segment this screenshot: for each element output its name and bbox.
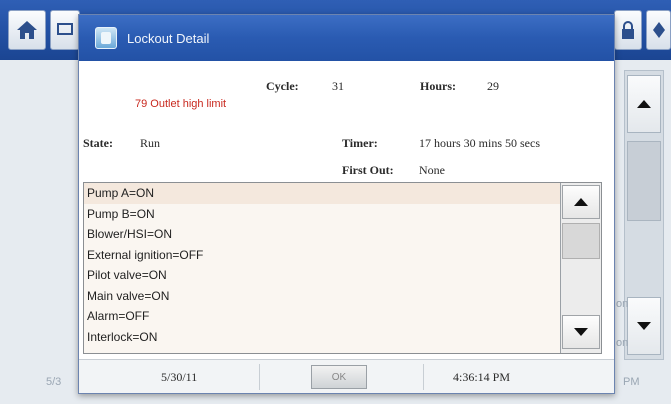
footer-divider xyxy=(423,364,424,390)
list-item[interactable]: External ignition=OFF xyxy=(84,245,560,266)
status-list[interactable]: Pump A=ON Pump B=ON Blower/HSI=ON Extern… xyxy=(83,182,602,354)
footer-divider xyxy=(259,364,260,390)
cycle-value: 31 xyxy=(332,79,344,93)
hours-label: Hours: xyxy=(420,79,456,93)
list-item[interactable]: Pump B=ON xyxy=(84,204,560,225)
timer-label: Timer: xyxy=(342,136,378,150)
lock-button[interactable] xyxy=(614,10,642,50)
lock-icon xyxy=(622,21,634,39)
ok-button[interactable]: OK xyxy=(311,365,367,389)
list-item[interactable]: Blower/HSI=ON xyxy=(84,224,560,245)
list-item[interactable]: Pilot valve=ON xyxy=(84,265,560,286)
background-scroll-up-button[interactable] xyxy=(627,75,661,133)
background-scrollbar[interactable] xyxy=(624,70,664,360)
list-item[interactable]: Main valve=ON xyxy=(84,286,560,307)
state-value: Run xyxy=(140,136,161,150)
home-icon xyxy=(17,21,37,39)
background-footer-date: 5/3 xyxy=(46,376,62,388)
state-label: State: xyxy=(83,136,113,150)
app-icon xyxy=(95,27,117,49)
footer-date: 5/30/11 xyxy=(161,370,198,384)
first-out-value: None xyxy=(419,163,445,177)
background-scroll-down-button[interactable] xyxy=(627,297,661,355)
hours-value: 29 xyxy=(487,79,499,93)
down-arrow-icon xyxy=(637,322,651,330)
nav-button[interactable] xyxy=(646,10,671,50)
list-scroll-thumb[interactable] xyxy=(562,223,600,259)
background-footer-time: PM xyxy=(623,376,640,388)
footer-time: 4:36:14 PM xyxy=(453,370,511,384)
status-list-scrollbar[interactable] xyxy=(560,183,601,353)
lockout-error-message: 79 Outlet high limit xyxy=(135,98,227,110)
timer-value: 17 hours 30 mins 50 secs xyxy=(419,136,540,150)
background-scroll-thumb[interactable] xyxy=(627,141,661,221)
monitor-icon xyxy=(57,23,73,35)
secondary-toolbar-button[interactable] xyxy=(50,10,80,50)
lockout-detail-dialog: Lockout Detail Cycle: 31 Hours: 29 79 Ou… xyxy=(78,14,615,394)
list-item[interactable]: Alarm=OFF xyxy=(84,306,560,327)
status-list-items[interactable]: Pump A=ON Pump B=ON Blower/HSI=ON Extern… xyxy=(84,183,560,353)
list-scroll-down-button[interactable] xyxy=(562,315,600,349)
cycle-label: Cycle: xyxy=(266,79,299,93)
background-side-text: on xyxy=(616,298,629,310)
list-item[interactable]: Interlock=ON xyxy=(84,327,560,348)
list-scroll-up-button[interactable] xyxy=(562,185,600,219)
dialog-title-bar: Lockout Detail xyxy=(79,15,614,61)
diamond-icon xyxy=(652,22,665,38)
dialog-title: Lockout Detail xyxy=(127,30,210,46)
home-button[interactable] xyxy=(8,10,46,50)
down-arrow-icon xyxy=(574,328,588,336)
first-out-label: First Out: xyxy=(342,163,394,177)
up-arrow-icon xyxy=(574,198,588,206)
background-side-text: on xyxy=(616,337,629,349)
list-item[interactable]: Pump A=ON xyxy=(84,183,560,204)
up-arrow-icon xyxy=(637,100,651,108)
dialog-footer: 5/30/11 OK 4:36:14 PM xyxy=(79,359,614,393)
